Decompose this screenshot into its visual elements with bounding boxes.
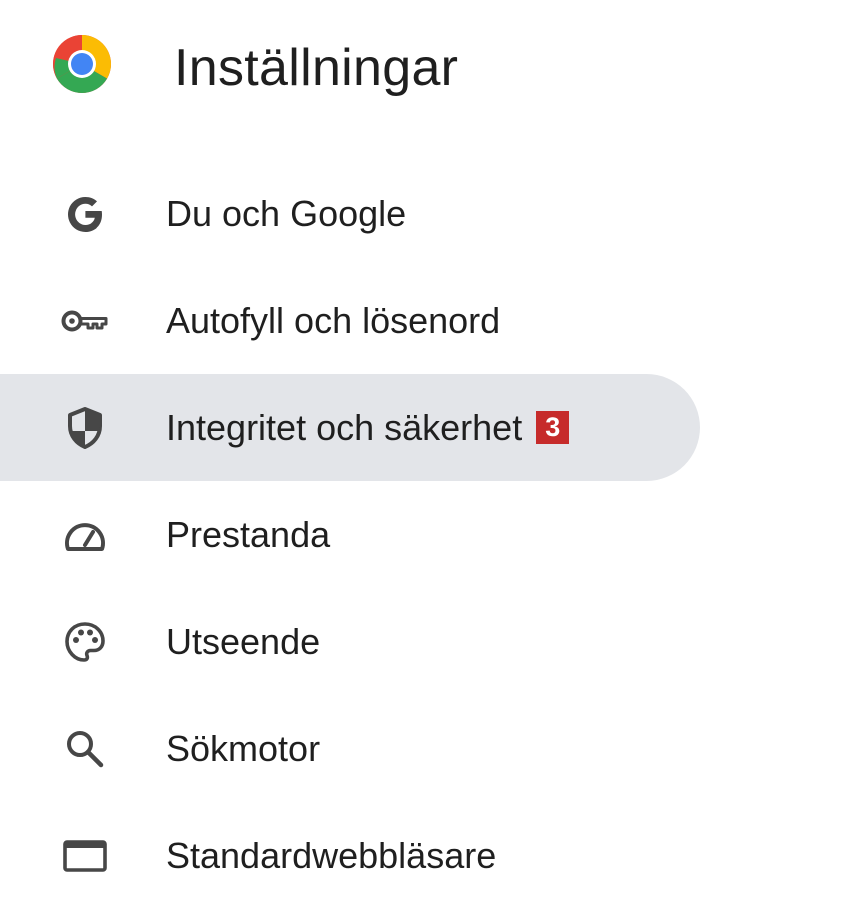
sidebar-item-label: Standardwebbläsare	[166, 834, 497, 876]
speedometer-icon	[60, 510, 110, 560]
sidebar-item-autofyll[interactable]: Autofyll och lösenord	[0, 267, 700, 374]
sidebar-item-label: Autofyll och lösenord	[166, 299, 501, 341]
sidebar-item-label: Prestanda	[166, 513, 331, 555]
google-g-icon	[60, 189, 110, 239]
sidebar-item-label: Utseende	[166, 620, 321, 662]
sidebar-item-prestanda[interactable]: Prestanda	[0, 481, 700, 588]
sidebar-item-du-och-google[interactable]: Du och Google	[0, 160, 700, 267]
shield-icon	[60, 403, 110, 453]
step-badge: 3	[536, 411, 570, 444]
sidebar-item-sokmotor[interactable]: Sökmotor	[0, 695, 700, 802]
browser-window-icon	[60, 831, 110, 881]
sidebar-item-label: Integritet och säkerhet 3	[166, 406, 570, 450]
sidebar-item-standardwebblasare[interactable]: Standardwebbläsare	[0, 802, 700, 909]
sidebar-item-integritet[interactable]: Integritet och säkerhet 3	[0, 374, 700, 481]
palette-icon	[60, 617, 110, 667]
sidebar-item-utseende[interactable]: Utseende	[0, 588, 700, 695]
settings-page: Inställningar Du och Google Autofyll och…	[0, 0, 848, 920]
key-icon	[60, 296, 110, 346]
sidebar-item-label: Du och Google	[166, 192, 407, 234]
settings-header: Inställningar	[0, 0, 848, 140]
settings-sidebar: Du och Google Autofyll och lösenord Inte…	[0, 160, 848, 909]
chrome-logo-icon	[52, 34, 112, 94]
page-title: Inställningar	[174, 39, 459, 97]
search-icon	[60, 724, 110, 774]
sidebar-item-label: Sökmotor	[166, 727, 321, 769]
sidebar-item-text: Integritet och säkerhet	[166, 406, 523, 448]
